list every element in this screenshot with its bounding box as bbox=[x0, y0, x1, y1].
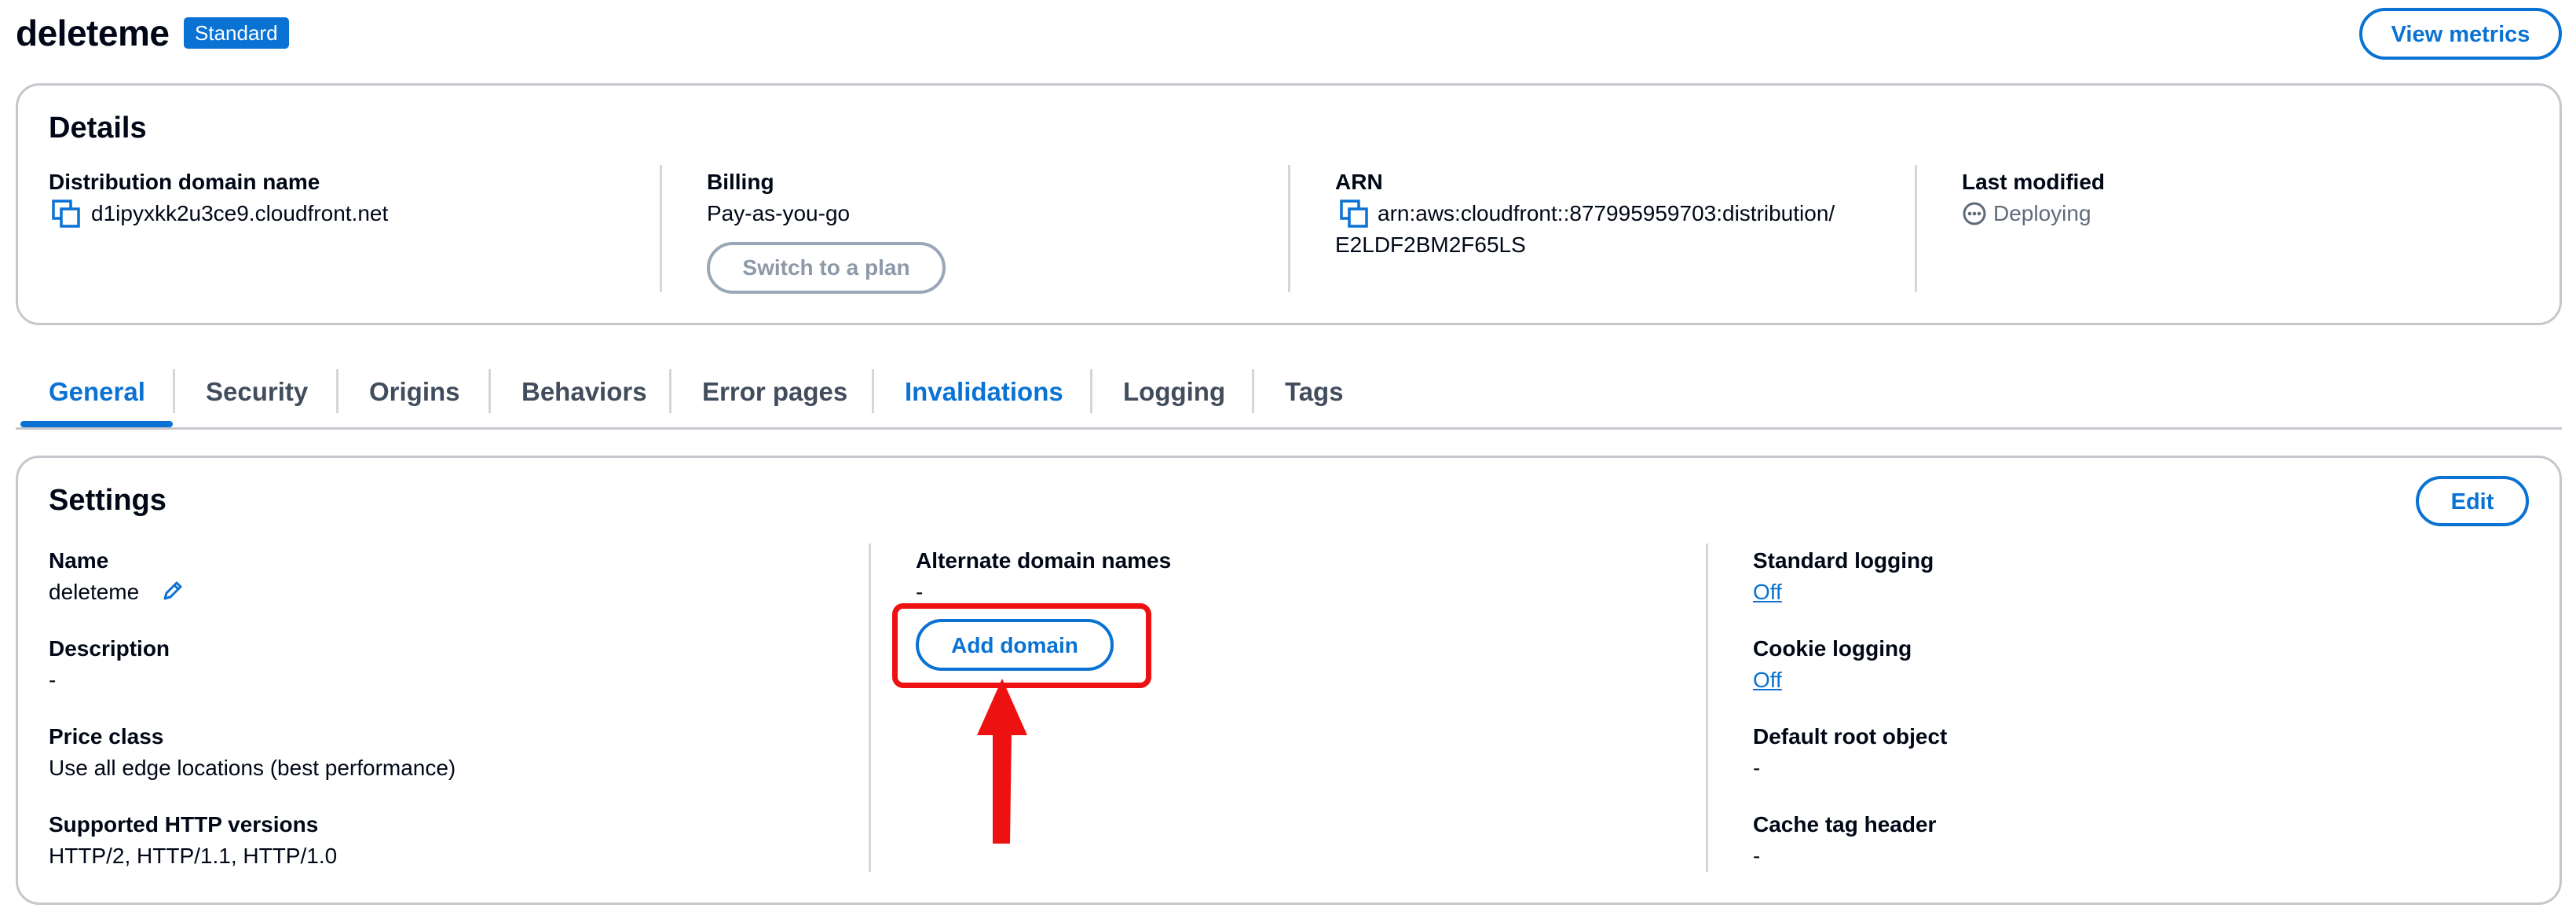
settings-panel bbox=[16, 456, 2562, 905]
default-root-object-value: - bbox=[1753, 756, 1761, 780]
copy-icon[interactable] bbox=[52, 200, 82, 229]
alternate-domains-value: - bbox=[916, 580, 924, 604]
standard-logging-value[interactable]: Off bbox=[1753, 580, 1782, 605]
distribution-domain-value: d1ipyxkk2u3ce9.cloudfront.net bbox=[91, 201, 389, 225]
billing-label: Billing bbox=[707, 170, 774, 194]
tab-separator bbox=[669, 369, 671, 413]
billing-value: Pay-as-you-go bbox=[707, 201, 851, 225]
last-modified-label: Last modified bbox=[1962, 170, 2106, 194]
tab-logging[interactable]: Logging bbox=[1123, 377, 1225, 407]
name-value: deleteme bbox=[49, 580, 140, 604]
name-label: Name bbox=[49, 548, 109, 573]
arrow-annotation-icon bbox=[971, 677, 1034, 854]
tab-separator bbox=[173, 369, 175, 413]
settings-title: Settings bbox=[49, 484, 166, 517]
description-value: - bbox=[49, 668, 57, 692]
switch-to-plan-button[interactable]: Switch to a plan bbox=[707, 242, 946, 294]
tab-separator bbox=[1252, 369, 1254, 413]
column-divider bbox=[1706, 544, 1708, 872]
tab-general[interactable]: General bbox=[49, 377, 145, 407]
description-label: Description bbox=[49, 636, 170, 661]
cache-tag-header-label: Cache tag header bbox=[1753, 812, 1937, 837]
tab-tags[interactable]: Tags bbox=[1285, 377, 1344, 407]
standard-badge: Standard bbox=[184, 17, 289, 49]
http-versions-label: Supported HTTP versions bbox=[49, 812, 319, 837]
view-metrics-button[interactable]: View metrics bbox=[2359, 8, 2562, 60]
price-class-label: Price class bbox=[49, 724, 164, 749]
last-modified-value: Deploying bbox=[1993, 201, 2091, 225]
details-title: Details bbox=[49, 112, 147, 145]
active-tab-indicator bbox=[20, 421, 173, 427]
distribution-domain-label: Distribution domain name bbox=[49, 170, 320, 194]
column-divider bbox=[869, 544, 871, 872]
column-divider bbox=[1288, 165, 1290, 292]
price-class-value: Use all edge locations (best performance… bbox=[49, 756, 456, 780]
alternate-domains-label: Alternate domain names bbox=[916, 548, 1172, 573]
page-title: deleteme bbox=[16, 13, 170, 53]
standard-logging-label: Standard logging bbox=[1753, 548, 1934, 573]
status-in-progress-icon bbox=[1962, 201, 1987, 226]
http-versions-value: HTTP/2, HTTP/1.1, HTTP/1.0 bbox=[49, 844, 338, 868]
cookie-logging-value[interactable]: Off bbox=[1753, 668, 1782, 693]
tab-origins[interactable]: Origins bbox=[369, 377, 460, 407]
arn-value-line1: arn:aws:cloudfront::877995959703:distrib… bbox=[1378, 201, 1835, 225]
pencil-icon[interactable] bbox=[160, 578, 185, 603]
default-root-object-label: Default root object bbox=[1753, 724, 1948, 749]
tab-error-pages[interactable]: Error pages bbox=[702, 377, 847, 407]
tab-behaviors[interactable]: Behaviors bbox=[521, 377, 647, 407]
cookie-logging-label: Cookie logging bbox=[1753, 636, 1912, 661]
arn-label: ARN bbox=[1335, 170, 1383, 194]
tab-separator bbox=[336, 369, 338, 413]
copy-icon[interactable] bbox=[1340, 200, 1370, 229]
column-divider bbox=[660, 165, 662, 292]
tab-separator bbox=[1090, 369, 1092, 413]
arn-value-line2: E2LDF2BM2F65LS bbox=[1335, 232, 1526, 257]
tab-security[interactable]: Security bbox=[206, 377, 308, 407]
edit-button[interactable]: Edit bbox=[2416, 476, 2529, 526]
tabs-underline bbox=[16, 427, 2562, 430]
tab-separator bbox=[488, 369, 491, 413]
cache-tag-header-value: - bbox=[1753, 844, 1761, 868]
tab-separator bbox=[872, 369, 874, 413]
tab-invalidations[interactable]: Invalidations bbox=[905, 377, 1063, 407]
annotation-highlight-box bbox=[892, 603, 1151, 688]
column-divider bbox=[1915, 165, 1917, 292]
